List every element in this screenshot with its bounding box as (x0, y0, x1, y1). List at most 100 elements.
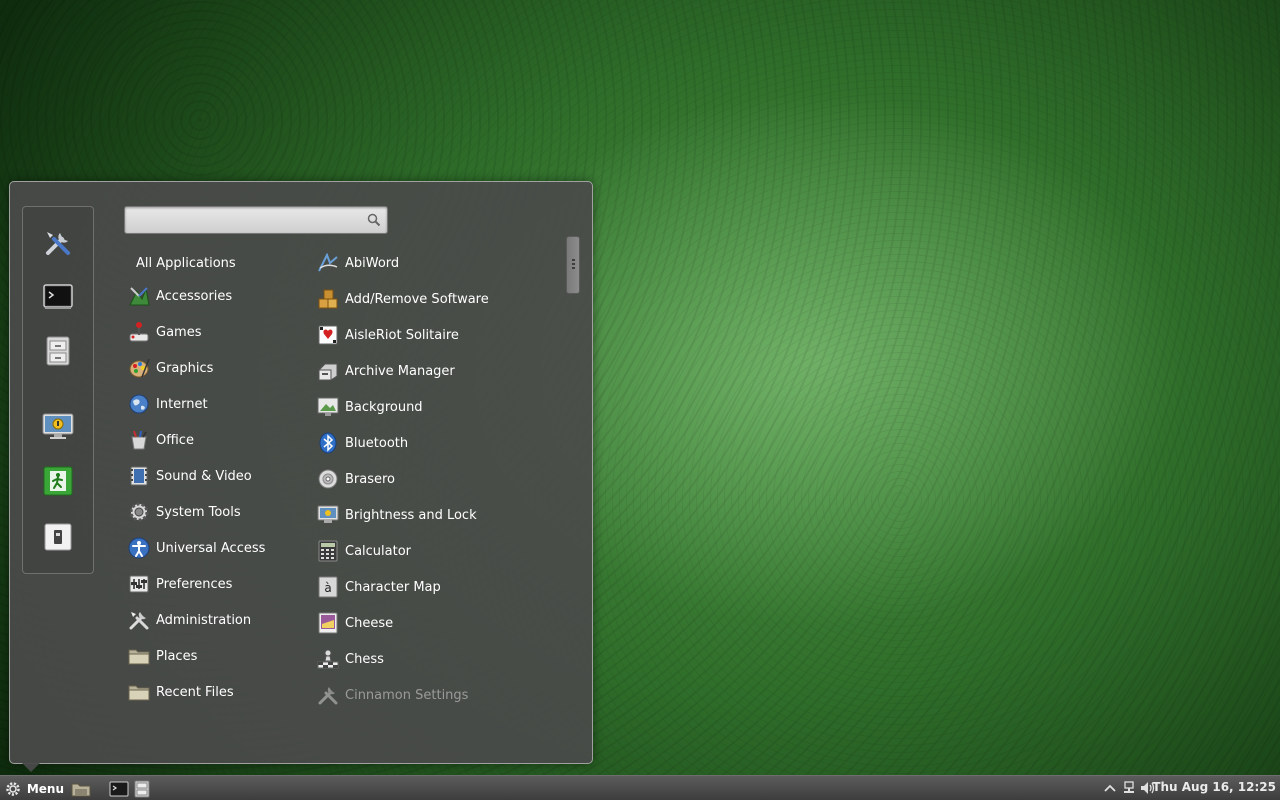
character-map-icon: à (318, 576, 338, 598)
category-label: Universal Access (156, 540, 266, 556)
app-label: Bluetooth (345, 435, 409, 451)
network-icon (1124, 781, 1134, 793)
lock-screen-icon (42, 413, 74, 439)
category-label: Games (156, 324, 202, 340)
disc-icon (318, 469, 338, 489)
abiword-icon (318, 253, 338, 272)
games-icon (129, 322, 149, 342)
favorite-tools[interactable] (38, 223, 78, 263)
favorite-shutdown[interactable] (38, 517, 78, 557)
app-background[interactable]: Background (317, 392, 557, 422)
favorite-files[interactable] (38, 331, 78, 371)
cheese-icon (318, 612, 338, 634)
category-administration[interactable]: Administration (128, 605, 306, 635)
internet-icon (129, 394, 149, 414)
background-icon (317, 397, 339, 416)
app-add-remove-software[interactable]: Add/Remove Software (317, 284, 557, 314)
application-menu: All Applications Accessories Games Graph… (9, 181, 593, 764)
category-all-applications[interactable]: All Applications (128, 248, 306, 278)
menu-button-label: Menu (26, 781, 64, 796)
category-label: Preferences (156, 576, 233, 592)
app-brightness-and-lock[interactable]: Brightness and Lock (317, 500, 557, 530)
category-preferences[interactable]: Preferences (128, 569, 306, 599)
app-label: Cheese (345, 615, 394, 631)
tray-expand[interactable] (1102, 780, 1118, 796)
category-accessories[interactable]: Accessories (128, 281, 306, 311)
app-bluetooth[interactable]: Bluetooth (317, 428, 557, 458)
favorite-lock-screen[interactable] (38, 407, 78, 447)
app-label: AbiWord (345, 255, 400, 271)
preferences-icon (129, 575, 149, 593)
terminal-icon (109, 781, 129, 796)
logout-icon (43, 466, 73, 496)
search-box (124, 206, 388, 234)
app-brasero[interactable]: Brasero (317, 464, 557, 494)
tray-network[interactable] (1121, 780, 1137, 796)
app-list-scrollbar[interactable] (566, 236, 580, 716)
settings-icon (318, 687, 338, 705)
menu-pointer-arrow (22, 763, 40, 772)
category-label: Recent Files (156, 684, 234, 700)
office-icon (131, 430, 147, 450)
scrollbar-thumb[interactable] (566, 236, 580, 294)
clock[interactable]: Thu Aug 16, 12:25 (1152, 780, 1276, 797)
folder-icon (128, 649, 150, 665)
app-cinnamon-settings[interactable]: Cinnamon Settings (317, 680, 557, 710)
administration-icon (129, 612, 149, 630)
svg-text:à: à (324, 581, 331, 595)
app-chess[interactable]: Chess (317, 644, 557, 674)
tools-icon (46, 232, 70, 255)
launcher-show-desktop[interactable] (71, 779, 91, 798)
app-cheese[interactable]: Cheese (317, 608, 557, 638)
app-label: Character Map (345, 579, 441, 595)
category-games[interactable]: Games (128, 317, 306, 347)
category-label: Accessories (156, 288, 233, 304)
launcher-files[interactable] (132, 779, 152, 798)
grip-dot (572, 267, 575, 269)
brightness-icon (317, 505, 339, 523)
grip-dot (572, 259, 575, 261)
category-graphics[interactable]: Graphics (128, 353, 306, 383)
sound-video-icon (130, 466, 148, 486)
favorite-logout[interactable] (38, 461, 78, 501)
category-places[interactable]: Places (128, 641, 306, 671)
graphics-icon (129, 358, 150, 378)
file-cabinet-icon (46, 336, 70, 366)
category-label: Internet (156, 396, 208, 412)
category-sound-video[interactable]: Sound & Video (128, 461, 306, 491)
app-label: Cinnamon Settings (345, 687, 469, 703)
category-label: Office (156, 432, 194, 448)
category-label: System Tools (156, 504, 241, 520)
menu-button[interactable]: Menu (4, 779, 64, 798)
cards-icon (318, 325, 338, 345)
file-cabinet-icon (134, 780, 150, 797)
app-label: Chess (345, 651, 384, 667)
launcher-terminal[interactable] (109, 779, 129, 798)
app-label: Brasero (345, 471, 396, 487)
app-calculator[interactable]: Calculator (317, 536, 557, 566)
category-label: Sound & Video (156, 468, 252, 484)
app-character-map[interactable]: à Character Map (317, 572, 557, 602)
category-recent-files[interactable]: Recent Files (128, 677, 306, 707)
shutdown-icon (44, 523, 72, 551)
gear-icon (6, 781, 20, 796)
search-icon (367, 213, 381, 227)
category-universal-access[interactable]: Universal Access (128, 533, 306, 563)
category-internet[interactable]: Internet (128, 389, 306, 419)
app-label: Add/Remove Software (345, 291, 489, 307)
app-archive-manager[interactable]: Archive Manager (317, 356, 557, 386)
category-system-tools[interactable]: System Tools (128, 497, 306, 527)
category-label: Graphics (156, 360, 214, 376)
app-abiword[interactable]: AbiWord (317, 248, 557, 278)
taskbar: Menu Thu Aug 16, 12:25 (0, 775, 1280, 800)
favorites-panel (22, 206, 94, 574)
chevron-up-icon (1104, 784, 1116, 792)
bluetooth-icon (319, 432, 337, 454)
search-input[interactable] (131, 210, 359, 230)
accessories-icon (129, 287, 150, 306)
category-office[interactable]: Office (128, 425, 306, 455)
app-aisleriot-solitaire[interactable]: AisleRiot Solitaire (317, 320, 557, 350)
category-label: Places (156, 648, 198, 664)
favorite-terminal[interactable] (38, 277, 78, 317)
app-label: Background (345, 399, 423, 415)
